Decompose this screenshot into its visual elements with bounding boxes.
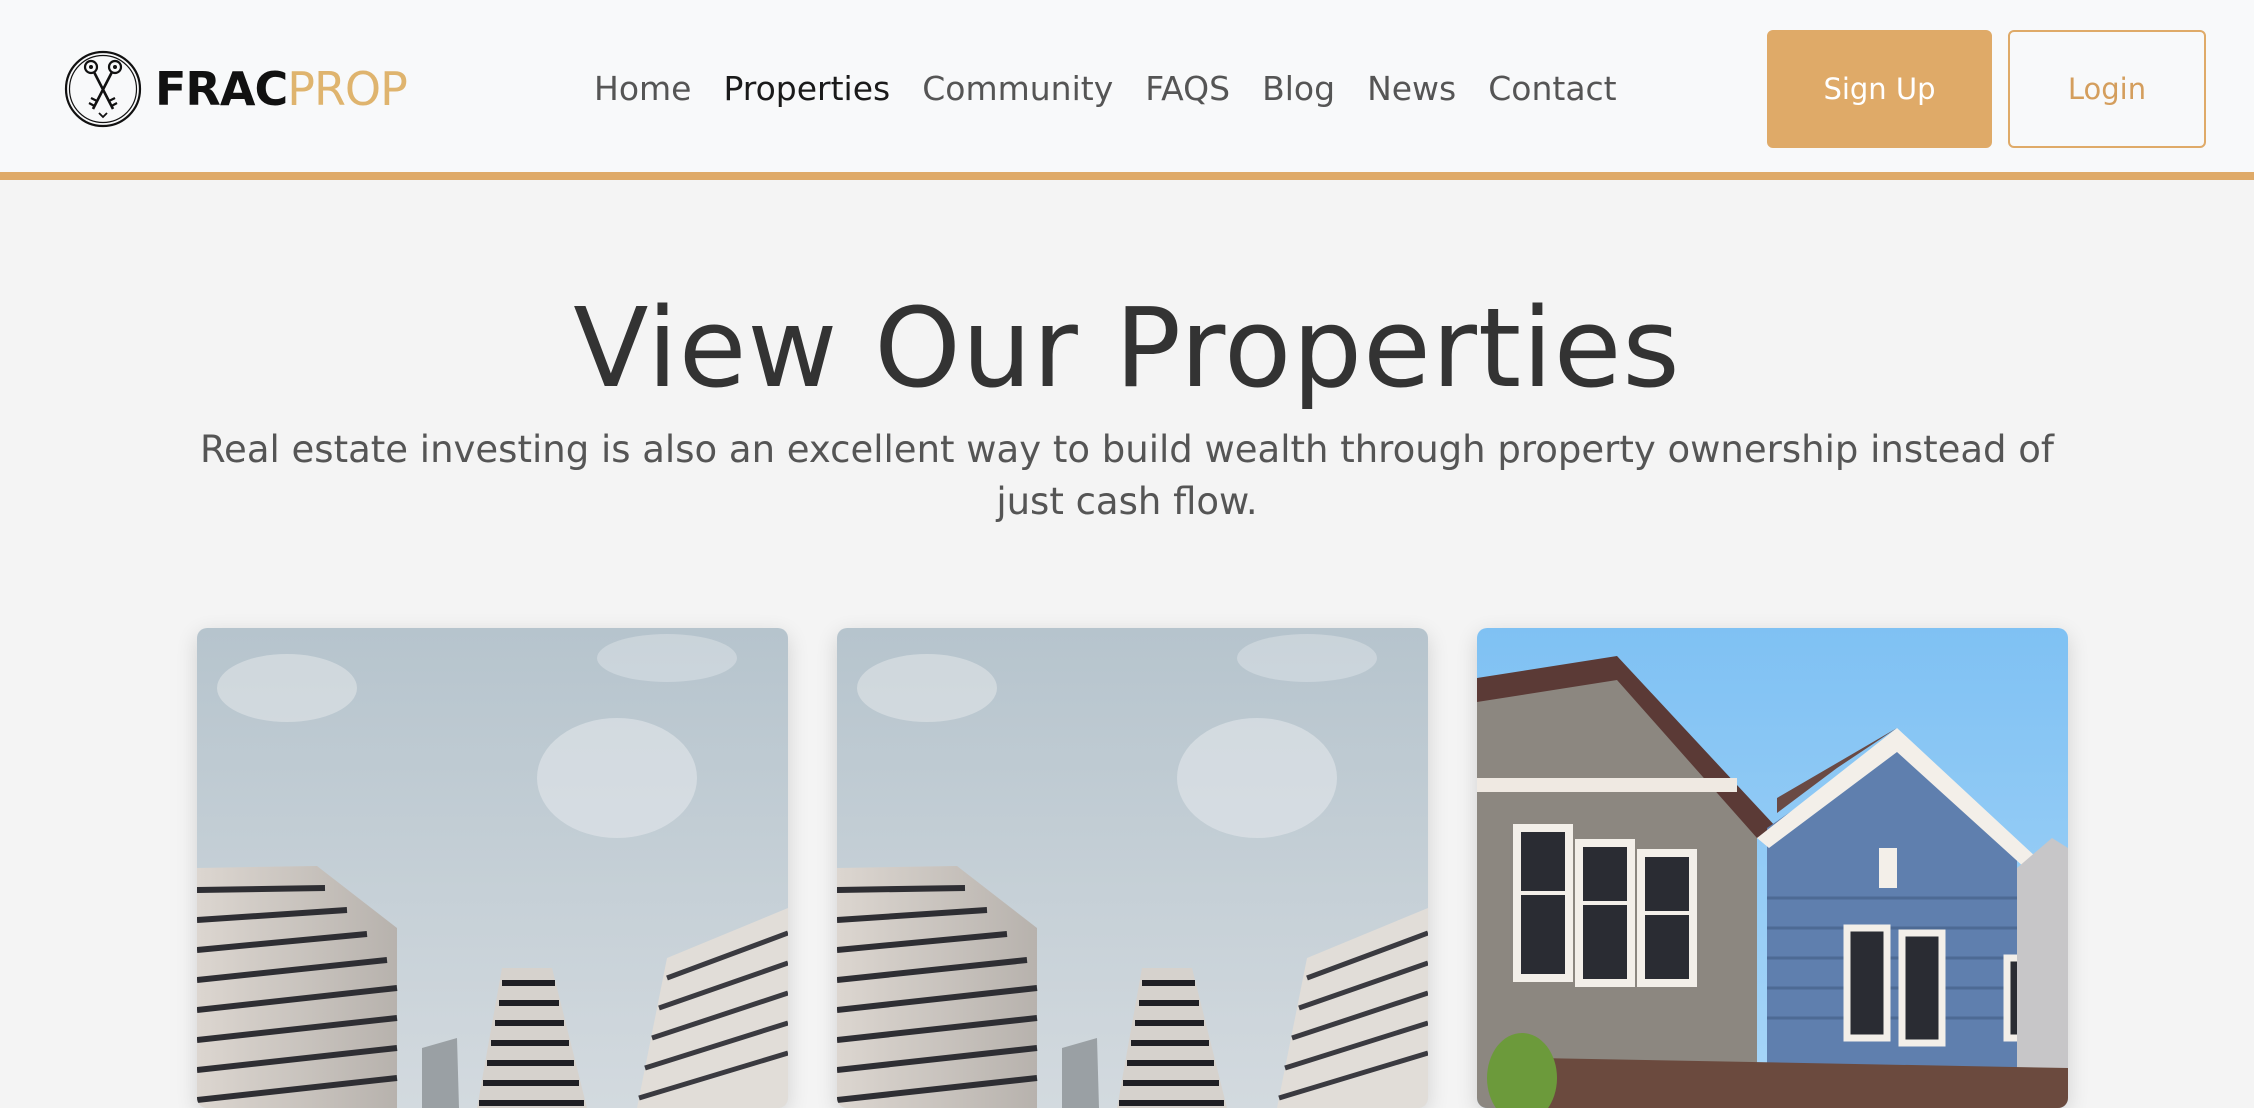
sign-up-button[interactable]: Sign Up	[1767, 30, 1992, 148]
site-header: FRACPROP Home Properties Community FAQS …	[0, 0, 2254, 180]
high-rise-buildings-photo	[837, 628, 1428, 1108]
nav-news[interactable]: News	[1367, 69, 1456, 108]
main-nav: Home Properties Community FAQS Blog News…	[594, 56, 1617, 120]
nav-blog[interactable]: Blog	[1262, 69, 1335, 108]
login-button[interactable]: Login	[2008, 30, 2206, 148]
page-title: View Our Properties	[573, 284, 1681, 412]
suburban-house-photo	[1477, 628, 2068, 1108]
high-rise-buildings-photo	[197, 628, 788, 1108]
property-card[interactable]	[1477, 628, 2068, 1108]
nav-home[interactable]: Home	[594, 69, 691, 108]
logo-text-frac: FRAC	[155, 62, 288, 116]
property-card[interactable]	[837, 628, 1428, 1108]
nav-community[interactable]: Community	[922, 69, 1113, 108]
property-card[interactable]	[197, 628, 788, 1108]
logo[interactable]: FRACPROP	[63, 48, 408, 130]
page-subtitle: Real estate investing is also an excelle…	[200, 428, 2054, 523]
crossed-keys-icon	[64, 50, 142, 128]
logo-wordmark: FRACPROP	[155, 66, 408, 112]
nav-faqs[interactable]: FAQS	[1145, 69, 1230, 108]
nav-properties[interactable]: Properties	[723, 69, 890, 108]
nav-contact[interactable]: Contact	[1488, 69, 1616, 108]
logo-text-prop: PROP	[287, 62, 408, 116]
